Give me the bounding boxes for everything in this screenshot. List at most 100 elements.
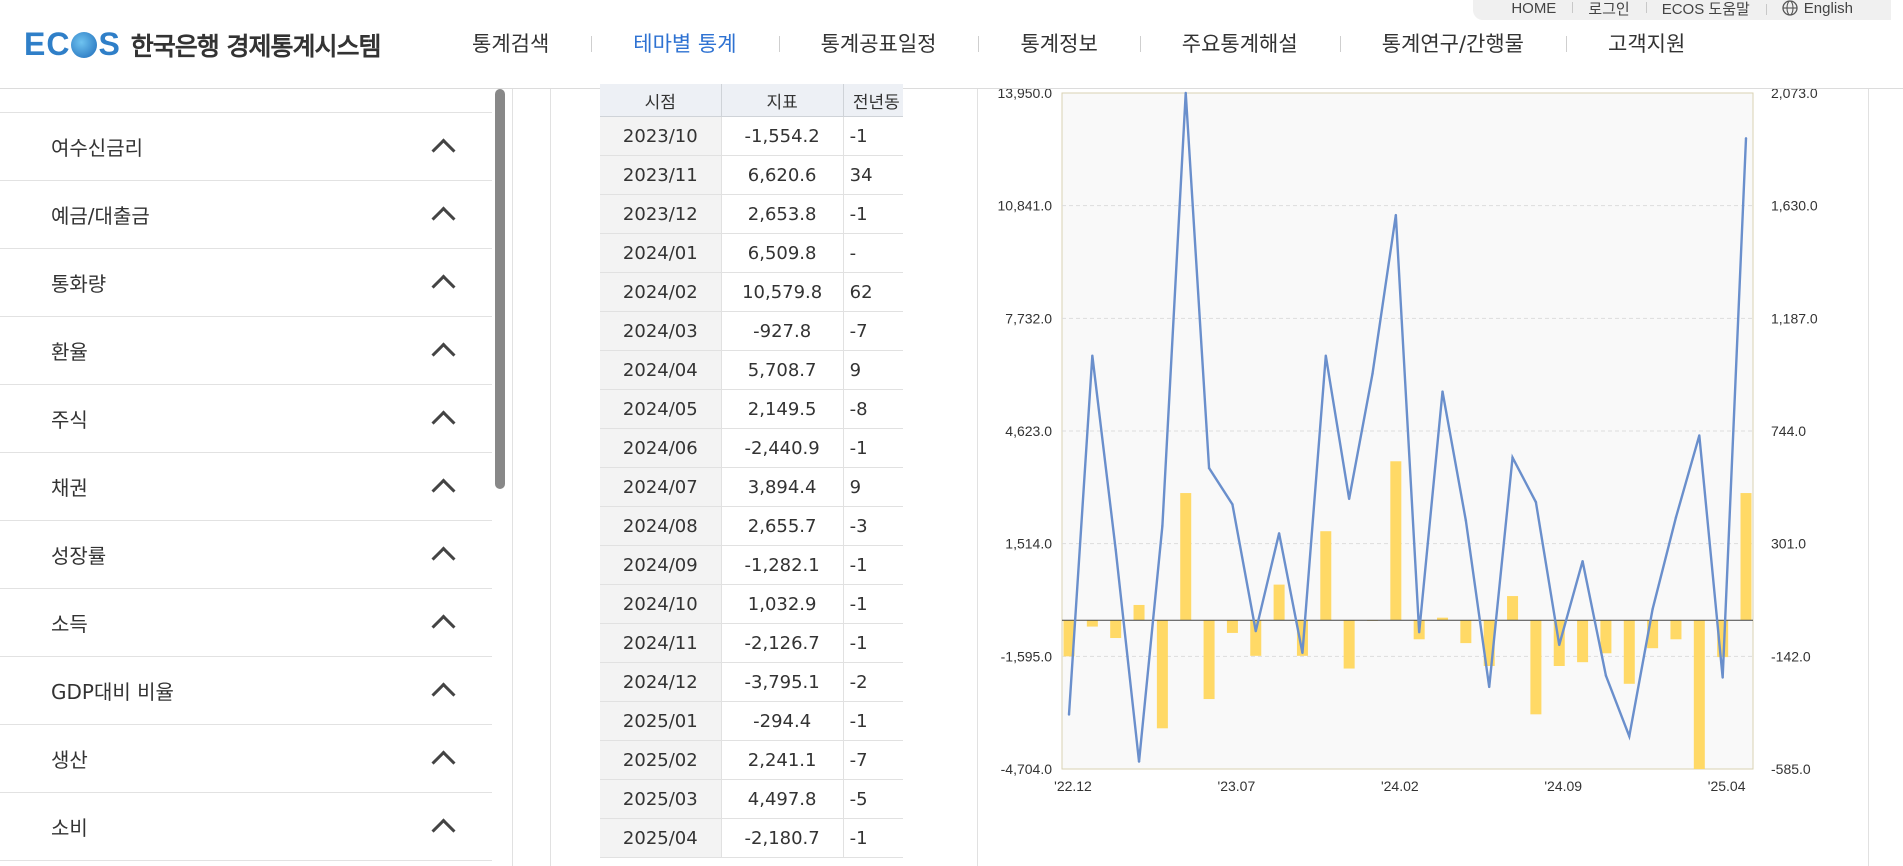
table-row: 2024/11 -2,126.7 -1 xyxy=(600,623,903,663)
theme-sidebar: 여수신금리예금/대출금통화량환율주식채권성장률소득 GDP대비 비율생산소비 xyxy=(0,89,492,866)
right-axis-tick-label: -142.0 xyxy=(1771,648,1811,664)
sidebar-item-label: 환율 xyxy=(51,340,88,364)
chevron-up-icon[interactable] xyxy=(431,138,456,163)
english-label: English xyxy=(1803,0,1853,17)
right-axis-tick-label: 2,073.0 xyxy=(1771,89,1818,101)
row-value: -3,795.1 xyxy=(721,662,844,702)
chart-bar xyxy=(1086,620,1098,627)
row-period: 2023/11 xyxy=(600,155,722,195)
chevron-up-icon[interactable] xyxy=(431,818,456,843)
chevron-up-icon[interactable] xyxy=(431,342,456,367)
chart-line-point xyxy=(1137,760,1141,763)
chart-line-point xyxy=(1441,390,1444,393)
login-link[interactable]: 로그인 xyxy=(1572,0,1645,19)
sidebar-item-label: 성장률 xyxy=(51,544,107,568)
nav-stat-search[interactable]: 통계검색 xyxy=(430,28,591,58)
right-axis-tick-label: 1,630.0 xyxy=(1771,198,1818,214)
row-period: 2024/11 xyxy=(600,623,722,663)
nav-customer-support[interactable]: 고객지원 xyxy=(1566,28,1727,58)
table-row: 2024/09 -1,282.1 -1 xyxy=(600,545,903,585)
row-yoy: -5 xyxy=(843,779,903,819)
row-yoy: -1 xyxy=(843,194,903,234)
help-link[interactable]: ECOS 도움말 xyxy=(1645,0,1766,19)
sidebar-list: 여수신금리예금/대출금통화량환율주식채권성장률소득 GDP대비 비율생산소비 xyxy=(0,112,492,861)
row-period: 2024/09 xyxy=(600,545,722,585)
sidebar-item-label: 주식 xyxy=(51,408,88,432)
row-yoy: - xyxy=(843,233,903,273)
chart-bar xyxy=(1530,620,1542,715)
x-axis-tick-label: '25.04 xyxy=(1708,778,1746,794)
sidebar-item[interactable]: 생산 xyxy=(0,725,492,793)
table-row: 2024/06 -2,440.9 -1 xyxy=(600,428,903,468)
sidebar-item[interactable]: GDP대비 비율 xyxy=(0,657,492,725)
nav-release-schedule[interactable]: 통계공표일정 xyxy=(778,28,979,58)
nav-key-stat-commentary[interactable]: 주요통계해설 xyxy=(1139,28,1340,58)
col-header-indicator: 지표 xyxy=(721,84,844,117)
sidebar-item[interactable]: 소득 xyxy=(0,589,492,657)
dual-axis-chart: 13,950.0 2,073.0 10,841.0 1,630.0 7,732.0 1,1… xyxy=(998,89,1818,794)
row-value: -1,282.1 xyxy=(721,545,844,585)
panel-divider xyxy=(512,89,513,866)
sidebar-item[interactable]: 주식 xyxy=(0,385,492,453)
row-period: 2025/04 xyxy=(600,818,722,858)
data-table-panel: 시점 지표 전년동 2023/10 -1,554.2 -1 2023/11 6,620.… xyxy=(600,84,903,866)
chart-line-point xyxy=(1464,519,1468,522)
row-period: 2024/10 xyxy=(600,584,722,624)
chart-line-point xyxy=(1371,372,1374,376)
row-value: -294.4 xyxy=(721,701,844,741)
chevron-up-icon[interactable] xyxy=(431,274,456,299)
chart-line-point xyxy=(1207,466,1211,470)
sidebar-item[interactable]: 채권 xyxy=(0,453,492,521)
chevron-up-icon[interactable] xyxy=(431,410,456,435)
chart-line-point xyxy=(1347,497,1351,501)
sidebar-item-label: 예금/대출금 xyxy=(51,204,150,228)
english-link[interactable]: English xyxy=(1765,0,1869,17)
row-yoy: 9 xyxy=(843,467,903,507)
col-header-period: 시점 xyxy=(600,84,722,117)
left-axis-tick-label: 1,514.0 xyxy=(1005,536,1052,552)
chart-line-point xyxy=(1394,213,1398,217)
table-row: 2024/02 10,579.8 62 xyxy=(600,272,903,312)
sidebar-item[interactable]: 통화량 xyxy=(0,249,492,317)
row-value: 5,708.7 xyxy=(721,350,844,390)
panel-divider xyxy=(550,89,551,866)
sidebar-item-label: 생산 xyxy=(51,748,88,772)
chart-bar xyxy=(1390,461,1402,621)
chevron-up-icon[interactable] xyxy=(431,750,456,775)
nav-stat-info[interactable]: 통계정보 xyxy=(978,28,1139,58)
chart-line-point xyxy=(1184,91,1187,95)
nav-research-publications[interactable]: 통계연구/간행물 xyxy=(1339,28,1566,58)
chart-line-point xyxy=(1231,503,1234,506)
sidebar-item[interactable]: 소비 xyxy=(0,793,492,861)
chart-line-point xyxy=(1651,607,1654,611)
chart-bar xyxy=(1740,493,1752,621)
sidebar-scrollbar[interactable] xyxy=(495,89,505,489)
home-link[interactable]: HOME xyxy=(1495,0,1572,17)
ecos-logo[interactable]: EC S 한국은행 경제통계시스템 xyxy=(24,26,382,63)
chart-bar xyxy=(1320,531,1332,621)
chevron-up-icon[interactable] xyxy=(431,546,456,571)
table-row: 2025/01 -294.4 -1 xyxy=(600,701,903,741)
chevron-up-icon[interactable] xyxy=(431,478,456,503)
chevron-up-icon[interactable] xyxy=(431,614,456,639)
row-yoy: 62 xyxy=(843,272,903,312)
row-value: -2,440.9 xyxy=(721,428,844,468)
sidebar-item-label: 통화량 xyxy=(51,272,107,296)
sidebar-item[interactable]: 성장률 xyxy=(0,521,492,589)
left-axis-tick-label: 13,950.0 xyxy=(998,89,1053,101)
sidebar-item[interactable]: 여수신금리 xyxy=(0,113,492,181)
row-yoy: -1 xyxy=(843,116,903,156)
sidebar-item[interactable]: 예금/대출금 xyxy=(0,181,492,249)
chevron-up-icon[interactable] xyxy=(431,206,456,231)
top-header: EC S 한국은행 경제통계시스템 통계검색 테마별 통계 통계공표일정 통계정보… xyxy=(0,0,1903,89)
table-row: 2024/10 1,032.9 -1 xyxy=(600,584,903,624)
chart-line-point xyxy=(1091,354,1094,357)
chevron-up-icon[interactable] xyxy=(431,682,456,707)
table-row: 2025/04 -2,180.7 -1 xyxy=(600,818,903,858)
chart-bar xyxy=(1623,620,1635,684)
table-row: 2024/01 6,509.8- xyxy=(600,233,903,273)
left-axis-tick-label: -4,704.0 xyxy=(1001,761,1053,777)
sidebar-item[interactable]: 환율 xyxy=(0,317,492,385)
nav-theme-stats[interactable]: 테마별 통계 xyxy=(591,28,778,58)
row-yoy: -3 xyxy=(843,506,903,546)
